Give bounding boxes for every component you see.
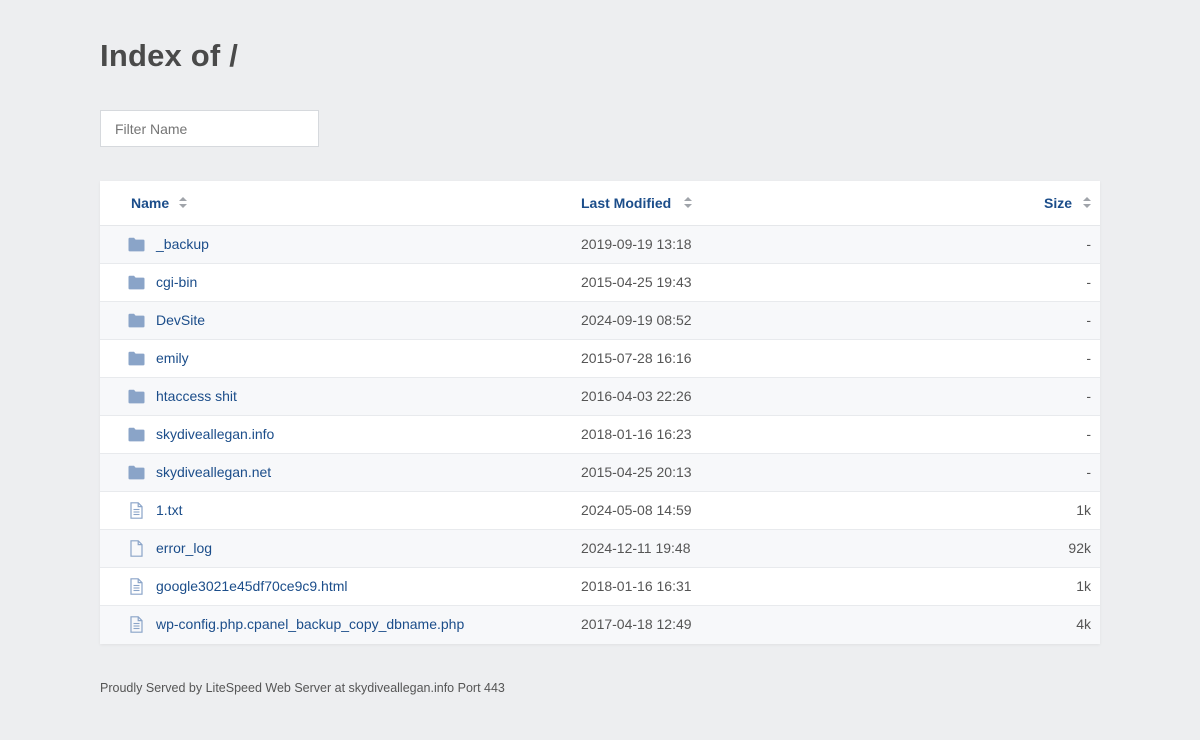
last-modified-cell: 2018-01-16 16:23 [581, 426, 692, 442]
sort-arrows-icon [1083, 197, 1091, 209]
entry-link[interactable]: htaccess shit [156, 388, 237, 404]
size-cell: - [1086, 312, 1091, 328]
table-row: wp-config.php.cpanel_backup_copy_dbname.… [100, 606, 1100, 644]
last-modified-cell: 2024-12-11 19:48 [581, 540, 691, 556]
size-cell: - [1086, 274, 1091, 290]
folder-icon [128, 465, 145, 480]
entry-link[interactable]: wp-config.php.cpanel_backup_copy_dbname.… [156, 616, 464, 632]
entry-link[interactable]: skydiveallegan.net [156, 464, 271, 480]
size-cell: 1k [1076, 578, 1091, 594]
sort-arrows-icon [684, 197, 693, 209]
folder-icon [128, 389, 145, 404]
entry-link[interactable]: cgi-bin [156, 274, 197, 290]
size-cell: - [1086, 388, 1091, 404]
size-cell: - [1086, 426, 1091, 442]
sort-by-name-header[interactable]: Name [131, 195, 188, 211]
text-file-icon [128, 616, 145, 633]
last-modified-cell: 2015-04-25 20:13 [581, 464, 692, 480]
page-title: Index of / [100, 38, 239, 73]
size-cell: 1k [1076, 502, 1091, 518]
table-row: htaccess shit 2016-04-03 22:26 - [100, 378, 1100, 416]
sort-arrows-icon [179, 197, 188, 209]
last-modified-cell: 2016-04-03 22:26 [581, 388, 692, 404]
entry-link[interactable]: skydiveallegan.info [156, 426, 274, 442]
name-column-label: Name [131, 195, 170, 211]
sort-by-size-header[interactable]: Size [1044, 195, 1091, 211]
folder-icon [128, 351, 145, 366]
table-header: Name Last Modified Size [100, 181, 1100, 226]
size-cell: 92k [1068, 540, 1091, 556]
entry-link[interactable]: _backup [156, 236, 209, 252]
table-row: emily 2015-07-28 16:16 - [100, 340, 1100, 378]
size-cell: - [1086, 350, 1091, 366]
table-row: skydiveallegan.net 2015-04-25 20:13 - [100, 454, 1100, 492]
entry-link[interactable]: google3021e45df70ce9c9.html [156, 578, 348, 594]
folder-icon [128, 275, 145, 290]
table-row: cgi-bin 2015-04-25 19:43 - [100, 264, 1100, 302]
last-modified-cell: 2018-01-16 16:31 [581, 578, 692, 594]
table-row: google3021e45df70ce9c9.html 2018-01-16 16… [100, 568, 1100, 606]
last-modified-cell: 2015-07-28 16:16 [581, 350, 692, 366]
entry-link[interactable]: emily [156, 350, 189, 366]
sort-by-modified-header[interactable]: Last Modified [581, 195, 693, 211]
folder-icon [128, 313, 145, 328]
size-cell: - [1086, 464, 1091, 480]
last-modified-cell: 2024-09-19 08:52 [581, 312, 692, 328]
table-row: DevSite 2024-09-19 08:52 - [100, 302, 1100, 340]
size-cell: 4k [1076, 616, 1091, 632]
table-row: 1.txt 2024-05-08 14:59 1k [100, 492, 1100, 530]
table-row: _backup 2019-09-19 13:18 - [100, 226, 1100, 264]
last-modified-cell: 2019-09-19 13:18 [581, 236, 692, 252]
filter-name-input[interactable] [100, 110, 319, 147]
file-table: Name Last Modified Size _backup 2019-09-1… [100, 181, 1100, 644]
file-icon [128, 540, 145, 557]
folder-icon [128, 427, 145, 442]
entry-link[interactable]: DevSite [156, 312, 205, 328]
table-row: error_log 2024-12-11 19:48 92k [100, 530, 1100, 568]
text-file-icon [128, 578, 145, 595]
last-modified-cell: 2024-05-08 14:59 [581, 502, 692, 518]
server-footer: Proudly Served by LiteSpeed Web Server a… [100, 681, 505, 695]
last-modified-cell: 2015-04-25 19:43 [581, 274, 692, 290]
last-modified-cell: 2017-04-18 12:49 [581, 616, 692, 632]
entry-link[interactable]: 1.txt [156, 502, 182, 518]
entry-link[interactable]: error_log [156, 540, 212, 556]
size-cell: - [1086, 236, 1091, 252]
table-body: _backup 2019-09-19 13:18 - cgi-bin 2015-04-2… [100, 226, 1100, 644]
modified-column-label: Last Modified [581, 195, 672, 211]
text-file-icon [128, 502, 145, 519]
size-column-label: Size [1043, 195, 1072, 211]
table-row: skydiveallegan.info 2018-01-16 16:23 - [100, 416, 1100, 454]
folder-icon [128, 237, 145, 252]
